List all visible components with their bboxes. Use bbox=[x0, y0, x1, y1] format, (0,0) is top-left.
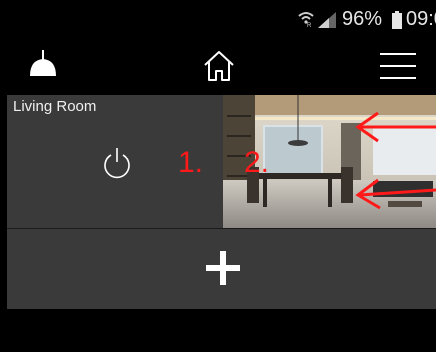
lamp-icon[interactable] bbox=[28, 50, 58, 78]
room-name: Living Room bbox=[13, 98, 97, 115]
battery-percent: 96% bbox=[342, 8, 383, 30]
app-bar bbox=[0, 38, 436, 94]
annotation-arrow-icon bbox=[355, 178, 436, 210]
home-icon[interactable] bbox=[203, 50, 235, 82]
annotation-label-1: 1. bbox=[178, 146, 204, 179]
status-time: 09:01 bbox=[406, 8, 436, 30]
battery-icon bbox=[392, 11, 402, 29]
annotation-arrow-icon bbox=[355, 111, 436, 143]
menu-icon[interactable] bbox=[380, 52, 416, 80]
bottom-area bbox=[0, 309, 436, 352]
annotation-label-2: 2. bbox=[244, 146, 270, 179]
power-icon[interactable] bbox=[102, 146, 132, 180]
wifi-icon: R bbox=[298, 12, 314, 27]
status-bar: R 96% 09:01 bbox=[0, 0, 436, 38]
svg-text:R: R bbox=[307, 23, 312, 27]
add-room-button[interactable] bbox=[7, 229, 436, 309]
plus-icon[interactable] bbox=[206, 251, 240, 285]
signal-icon bbox=[318, 12, 336, 28]
